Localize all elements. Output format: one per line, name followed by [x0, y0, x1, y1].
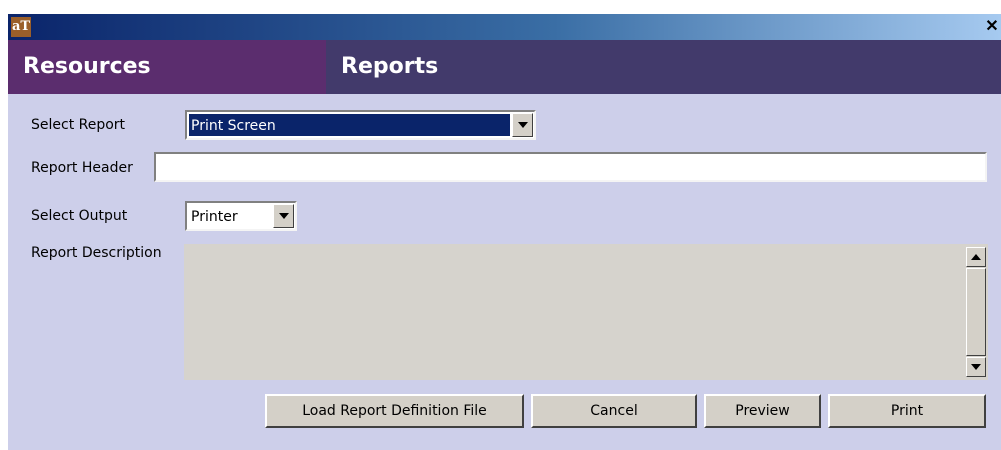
cancel-button[interactable]: Cancel [531, 394, 697, 428]
scroll-up-arrow-icon[interactable] [966, 247, 986, 267]
report-header-input[interactable] [154, 152, 987, 182]
chevron-down-icon[interactable] [273, 204, 294, 228]
resources-title: Resources [23, 54, 151, 79]
report-header-label: Report Header [31, 160, 133, 176]
select-report-label: Select Report [31, 117, 126, 133]
close-button[interactable]: ✕ [983, 17, 1001, 36]
title-bar[interactable]: aT ✕ [8, 14, 1001, 40]
close-icon: ✕ [985, 18, 999, 35]
print-button[interactable]: Print [828, 394, 986, 428]
report-window: aT ✕ Resources Reports Select Report Pri… [8, 14, 1001, 450]
select-output-dropdown[interactable]: Printer [185, 201, 297, 231]
select-report-dropdown[interactable]: Print Screen [185, 110, 536, 140]
reports-title: Reports [341, 54, 439, 79]
select-output-value: Printer [191, 209, 238, 225]
preview-button[interactable]: Preview [704, 394, 821, 428]
select-report-value: Print Screen [189, 114, 510, 136]
description-scrollbar[interactable] [964, 244, 988, 380]
chevron-down-icon[interactable] [512, 113, 533, 137]
header-band: Resources Reports [8, 40, 1001, 94]
app-logo-icon: aT [11, 17, 31, 37]
load-report-definition-button[interactable]: Load Report Definition File [265, 394, 524, 428]
report-description-area[interactable] [184, 244, 965, 380]
report-description-label: Report Description [31, 245, 162, 261]
scroll-down-arrow-icon[interactable] [966, 357, 986, 377]
scrollbar-thumb[interactable] [966, 268, 986, 356]
select-output-label: Select Output [31, 208, 128, 224]
